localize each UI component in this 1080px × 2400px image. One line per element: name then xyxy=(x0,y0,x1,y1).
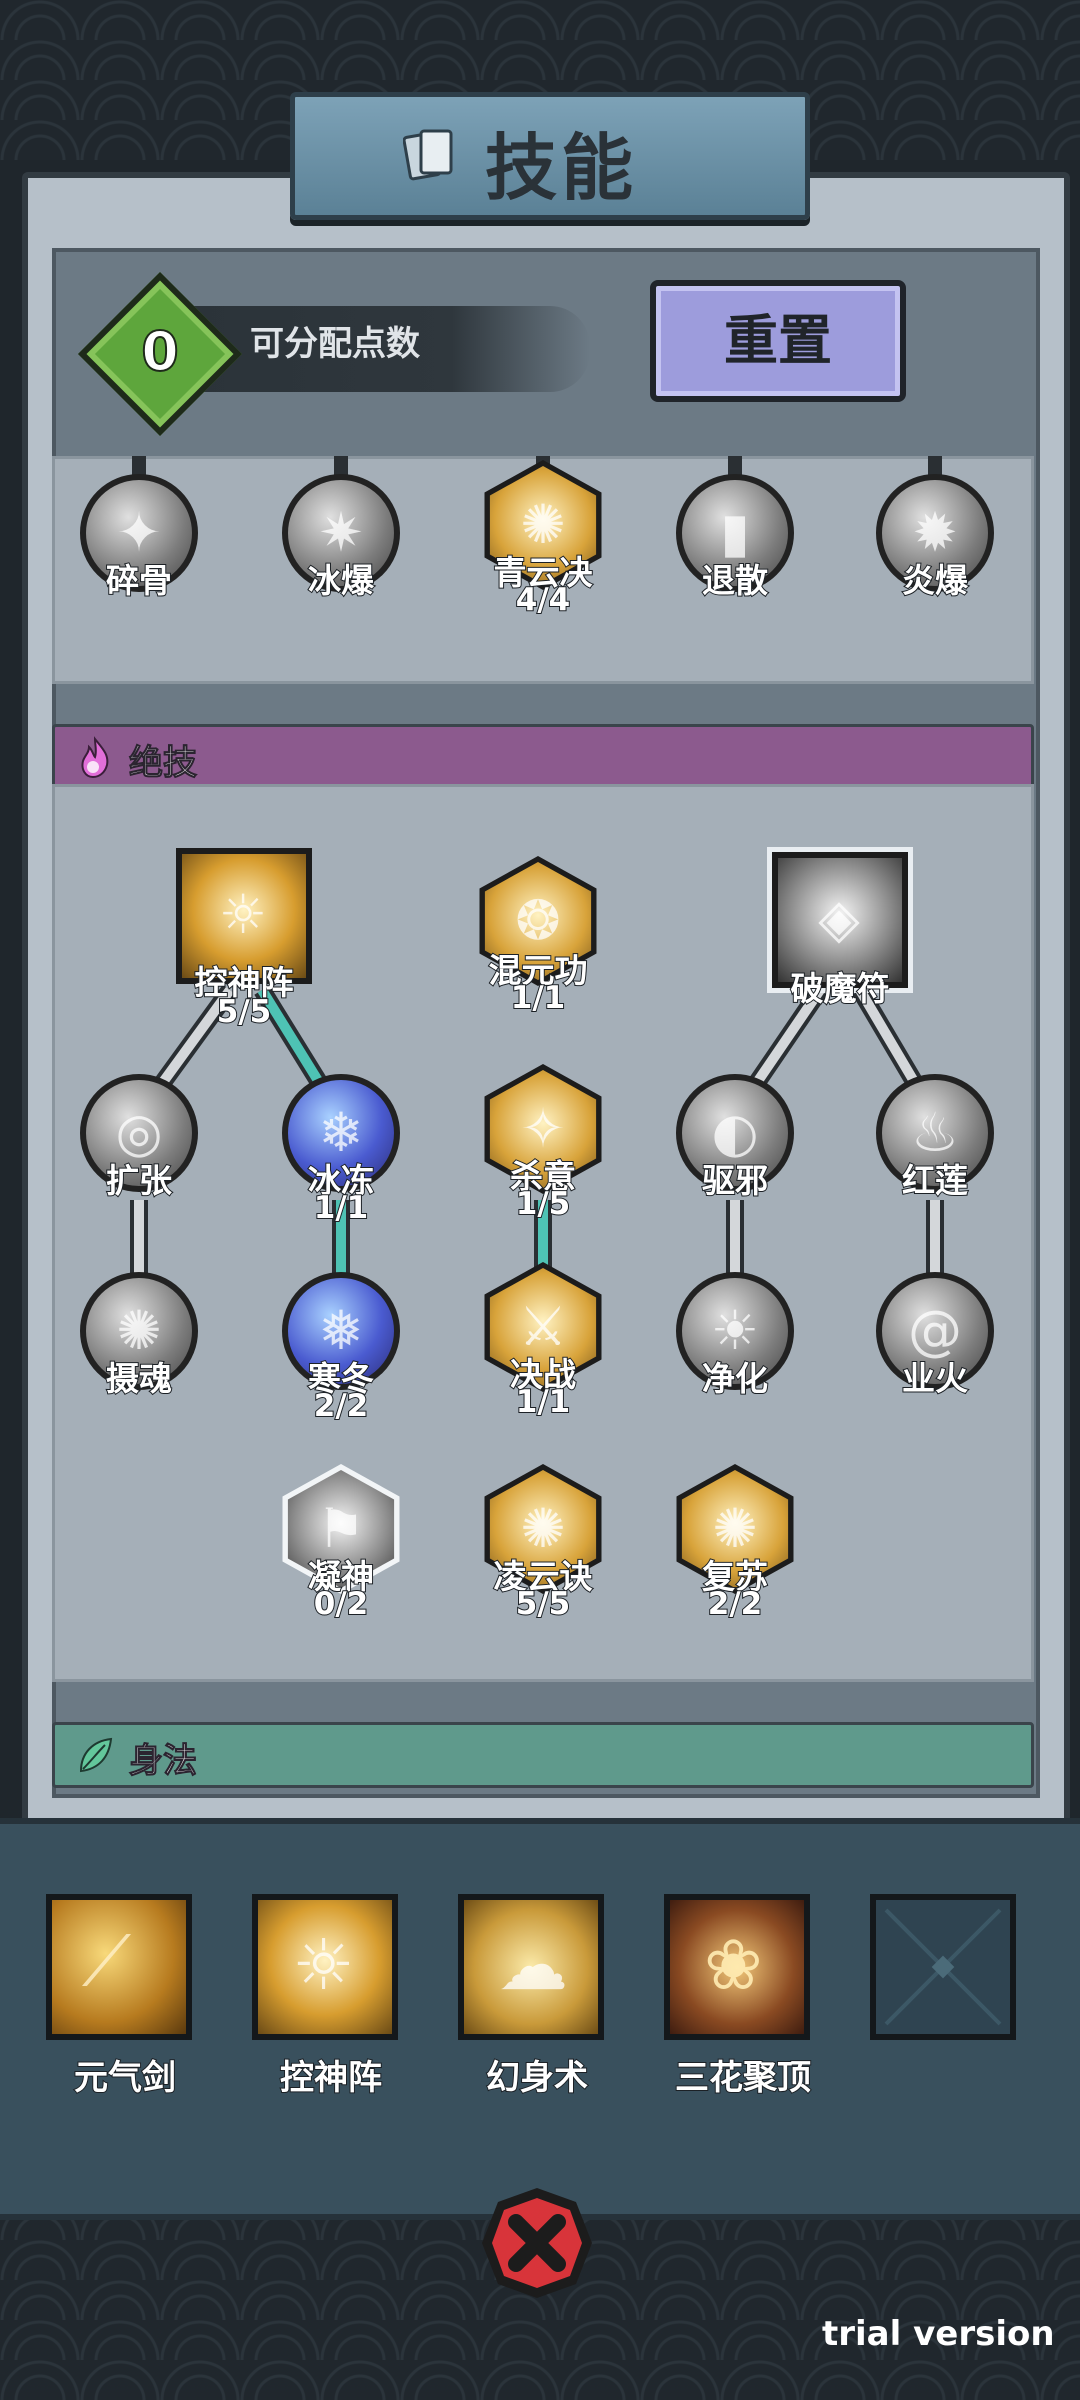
skill-level: 0/2 xyxy=(313,1585,369,1623)
skill-node-jing-hua[interactable]: ☀ 净化 xyxy=(676,1272,794,1399)
skill-name: 退散 xyxy=(701,560,769,601)
equip-label: 控神阵 xyxy=(279,2057,383,2099)
skill-node-han-dong[interactable]: ❅ 寒冬 2/2 xyxy=(282,1272,400,1425)
skill-level: 1/1 xyxy=(515,1383,571,1421)
skill-level: 2/2 xyxy=(313,1387,369,1425)
skill-node-ling-yun-jue[interactable]: ✺ 凌云诀 5/5 xyxy=(484,1464,602,1623)
skill-node-kuo-zhang[interactable]: ◎ 扩张 xyxy=(80,1074,198,1201)
skill-name: 炎爆 xyxy=(901,560,969,601)
talisman-glyph: ◈ xyxy=(818,887,860,950)
skill-node-tui-san[interactable]: ▮ 退散 xyxy=(676,474,794,601)
equip-slot-empty[interactable] xyxy=(870,1894,1016,2040)
skill-level: 2/2 xyxy=(707,1585,763,1623)
equip-slot-huan-shen-shu[interactable]: ☁ 幻身术 xyxy=(458,1894,604,2099)
skill-name: 业火 xyxy=(901,1358,969,1399)
close-button[interactable] xyxy=(478,2184,596,2302)
skill-node-kong-shen-zhen[interactable]: ☼ 控神阵 5/5 xyxy=(176,848,312,1031)
skill-node-bing-bao[interactable]: ✷ 冰爆 xyxy=(282,474,400,601)
equip-slot-kong-shen-zhen[interactable]: ☼ 控神阵 xyxy=(252,1894,398,2099)
points-value: 0 xyxy=(140,319,180,384)
trial-watermark: trial version xyxy=(822,2314,1055,2354)
skill-node-qu-xie[interactable]: ◐ 驱邪 xyxy=(676,1074,794,1201)
skill-node-sui-gu[interactable]: ✦ 碎骨 xyxy=(80,474,198,601)
equipped-skills-bar: ⟋ 元气剑 ☼ 控神阵 ☁ 幻身术 ❀ 三花聚顶 xyxy=(0,1818,1080,2220)
skill-node-ye-huo[interactable]: @ 业火 xyxy=(876,1272,994,1399)
points-label: 可分配点数 xyxy=(250,324,420,364)
section-bar-ultimate: 绝技 xyxy=(52,724,1034,790)
flame-icon xyxy=(81,736,109,779)
cloud-icon: ☁ xyxy=(498,1924,568,2006)
skill-node-bing-dong[interactable]: ❄ 冰冻 1/1 xyxy=(282,1074,400,1227)
skill-name: 破魔符 xyxy=(790,968,891,1009)
skill-name: 摄魂 xyxy=(105,1358,173,1399)
cards-icon xyxy=(403,129,453,181)
lotus-icon: ❀ xyxy=(704,1924,763,2006)
section-bar-movement: 身法 xyxy=(52,1722,1034,1788)
skill-level: 5/5 xyxy=(216,993,272,1031)
equip-slot-yuan-qi-jian[interactable]: ⟋ 元气剑 xyxy=(46,1894,192,2099)
mind-array-glyph: ☼ xyxy=(218,883,268,946)
skill-node-jue-zhan[interactable]: ⚔ 决战 1/1 xyxy=(484,1262,602,1421)
equip-label: 元气剑 xyxy=(73,2057,177,2099)
skill-name: 驱邪 xyxy=(701,1160,769,1201)
mind-array-icon: ☼ xyxy=(292,1924,355,2006)
skill-node-she-hun[interactable]: ✺ 摄魂 xyxy=(80,1272,198,1399)
skill-node-fu-su[interactable]: ✺ 复苏 2/2 xyxy=(676,1464,794,1623)
skill-name: 净化 xyxy=(701,1358,769,1399)
skill-node-ning-shen[interactable]: ⚑ 凝神 0/2 xyxy=(282,1464,400,1623)
skill-level: 1/1 xyxy=(313,1189,369,1227)
skill-name: 冰爆 xyxy=(307,560,375,601)
section-title-ultimate: 绝技 xyxy=(129,743,198,784)
equip-slot-san-hua-ju-ding[interactable]: ❀ 三花聚顶 xyxy=(664,1894,812,2099)
skill-node-qing-yun-jue[interactable]: ✺ 青云决 4/4 xyxy=(484,460,602,619)
equip-label: 三花聚顶 xyxy=(674,2057,812,2099)
skill-name: 扩张 xyxy=(105,1160,173,1201)
empty-slot-icon xyxy=(884,1908,1002,2026)
reset-button[interactable]: 重置 xyxy=(650,280,906,402)
skill-node-yan-bao[interactable]: ✹ 炎爆 xyxy=(876,474,994,601)
page-title: 技能 xyxy=(485,126,638,210)
skill-name: 红莲 xyxy=(901,1160,969,1201)
section-title-movement: 身法 xyxy=(129,1741,198,1782)
skill-name: 碎骨 xyxy=(105,560,173,601)
skill-node-hong-lian[interactable]: ♨ 红莲 xyxy=(876,1074,994,1201)
sword-icon: ⟋ xyxy=(82,1920,131,2002)
title-banner: 技能 xyxy=(290,92,810,220)
skill-node-po-mo-fu[interactable]: ◈ 破魔符 xyxy=(772,852,908,1009)
skill-node-hun-yuan-gong[interactable]: ❂ 混元功 1/1 xyxy=(479,856,597,1017)
equip-label: 幻身术 xyxy=(485,2057,589,2099)
skill-level: 5/5 xyxy=(515,1585,571,1623)
skill-level: 1/5 xyxy=(515,1185,571,1223)
skill-level: 1/1 xyxy=(510,979,566,1017)
skill-level: 4/4 xyxy=(515,581,571,619)
skill-node-sha-yi[interactable]: ✧ 杀意 1/5 xyxy=(484,1064,602,1223)
leaf-icon xyxy=(79,1737,113,1773)
points-header: 0 可分配点数 重置 xyxy=(50,240,1030,460)
